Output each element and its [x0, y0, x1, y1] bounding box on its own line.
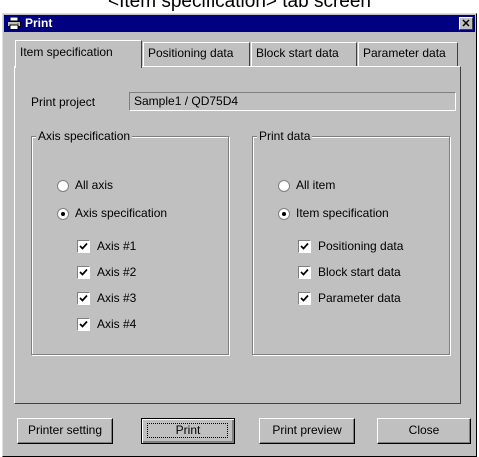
- tab-block-start-data[interactable]: Block start data: [251, 42, 357, 66]
- print-preview-button[interactable]: Print preview: [259, 418, 355, 444]
- document-caption: <Item specification> tab screen: [0, 0, 479, 14]
- checkbox-checked-icon: [298, 266, 311, 279]
- checkbox-label: Axis #4: [97, 317, 137, 331]
- radio-label: Item specification: [296, 206, 389, 220]
- tab-label: Parameter data: [363, 46, 446, 60]
- checkbox-label: Axis #1: [97, 239, 137, 253]
- checkbox-checked-icon: [77, 292, 90, 305]
- print-button[interactable]: Print: [141, 418, 235, 444]
- print-data-group: Print data All item Item specification P…: [252, 129, 450, 355]
- tab-panel-item-specification: Print project Sample1 / QD75D4 Axis spec…: [14, 66, 461, 404]
- axis-specification-group: Axis specification All axis Axis specifi…: [31, 129, 229, 355]
- window-title: Print: [25, 16, 53, 30]
- checkbox-label: Positioning data: [318, 239, 404, 253]
- focus-rectangle: [147, 423, 228, 438]
- checkbox-checked-icon: [77, 240, 90, 253]
- checkbox-label: Axis #2: [97, 265, 137, 279]
- button-label: Print preview: [272, 423, 342, 437]
- button-label: Close: [408, 423, 440, 437]
- tab-label: Positioning data: [148, 46, 234, 60]
- checkbox-label: Axis #3: [97, 291, 137, 305]
- title-bar[interactable]: Print ✕: [4, 15, 475, 32]
- close-window-icon[interactable]: ✕: [459, 17, 473, 30]
- checkbox-checked-icon: [298, 292, 311, 305]
- radio-unselected-icon: [278, 180, 290, 192]
- tab-positioning-data[interactable]: Positioning data: [143, 42, 250, 66]
- radio-label: All axis: [75, 178, 114, 192]
- tab-label: Block start data: [256, 46, 339, 60]
- checkbox-checked-icon: [298, 240, 311, 253]
- printer-icon: [7, 16, 21, 30]
- radio-selected-icon: [278, 208, 290, 220]
- radio-label: All item: [296, 178, 336, 192]
- checkbox-checked-icon: [77, 318, 90, 331]
- radio-unselected-icon: [57, 180, 69, 192]
- tab-parameter-data[interactable]: Parameter data: [358, 42, 458, 66]
- print-data-group-legend: Print data: [257, 129, 313, 143]
- print-dialog: Print ✕ Item specification Positioning d…: [2, 13, 477, 457]
- close-button[interactable]: Close: [377, 418, 471, 444]
- checkbox-checked-icon: [77, 266, 90, 279]
- tab-label: Item specification: [20, 45, 113, 59]
- checkbox-label: Parameter data: [318, 291, 401, 305]
- caption-text: <Item specification> tab screen: [108, 0, 371, 12]
- print-project-label: Print project: [31, 95, 96, 109]
- printer-setting-button[interactable]: Printer setting: [17, 418, 113, 444]
- tab-item-specification[interactable]: Item specification: [15, 40, 142, 68]
- button-label: Printer setting: [27, 423, 103, 437]
- print-project-field: Sample1 / QD75D4: [129, 92, 456, 111]
- radio-label: Axis specification: [75, 206, 168, 220]
- axis-group-legend: Axis specification: [36, 129, 133, 143]
- radio-selected-icon: [57, 208, 69, 220]
- checkbox-label: Block start data: [318, 265, 401, 279]
- print-project-value: Sample1 / QD75D4: [134, 94, 239, 108]
